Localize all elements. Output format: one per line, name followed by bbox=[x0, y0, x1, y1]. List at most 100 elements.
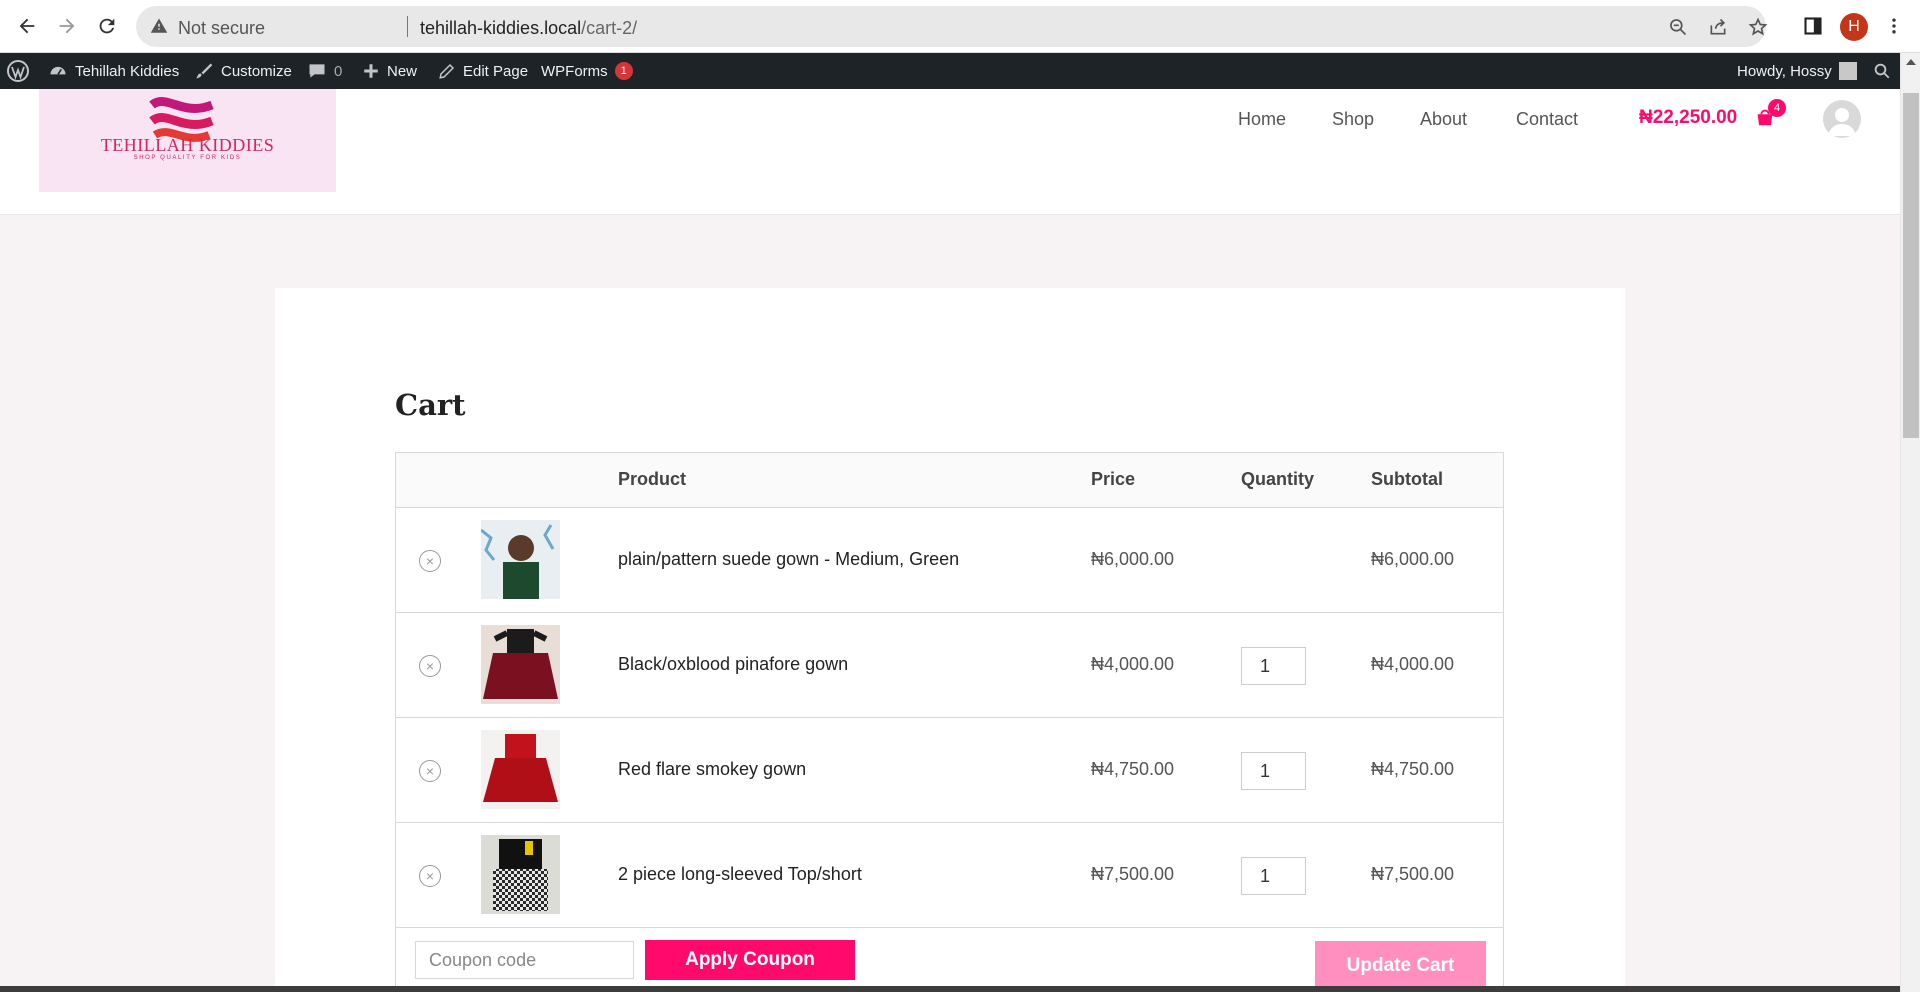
scroll-up-arrow-icon[interactable] bbox=[1906, 59, 1916, 65]
logo-title: TEHILLAH KIDDIES bbox=[100, 135, 275, 155]
quantity-input[interactable] bbox=[1241, 647, 1306, 685]
product-name[interactable]: Black/oxblood pinafore gown bbox=[618, 654, 848, 675]
table-row: × 2 piece long-sleeved Top/short ₦7,500.… bbox=[396, 823, 1503, 928]
nav-home[interactable]: Home bbox=[1238, 109, 1286, 130]
search-icon bbox=[1874, 63, 1890, 79]
update-cart-button[interactable]: Update Cart bbox=[1315, 941, 1486, 991]
col-quantity: Quantity bbox=[1241, 469, 1315, 489]
admin-customize[interactable]: Customize bbox=[194, 53, 292, 89]
cart-count-badge: 4 bbox=[1768, 99, 1786, 117]
back-arrow-icon bbox=[19, 18, 35, 34]
wp-logo-menu[interactable] bbox=[6, 53, 30, 89]
admin-howdy[interactable]: Howdy, Hossy bbox=[1737, 53, 1857, 89]
wpforms-notification-badge: 1 bbox=[614, 62, 633, 80]
table-row: × Black/oxblood pinafore gown ₦4,000.00 … bbox=[396, 613, 1503, 718]
browser-toolbar: Not secure tehillah-kiddies.local/cart-2… bbox=[0, 0, 1920, 53]
cart-actions: Apply Coupon Update Cart bbox=[396, 928, 1503, 992]
remove-item-icon[interactable]: × bbox=[419, 550, 441, 572]
product-price: ₦4,000.00 bbox=[1091, 654, 1175, 674]
side-panel-icon bbox=[1804, 17, 1822, 35]
nav-shop[interactable]: Shop bbox=[1332, 109, 1374, 130]
omnibox-divider bbox=[407, 16, 408, 37]
remove-item-icon[interactable]: × bbox=[419, 865, 441, 887]
col-product: Product bbox=[618, 469, 687, 489]
wp-admin-bar: Tehillah Kiddies Customize 0 New Edit Pa… bbox=[0, 53, 1900, 89]
product-price: ₦6,000.00 bbox=[1091, 549, 1175, 569]
product-subtotal: ₦4,750.00 bbox=[1371, 759, 1455, 779]
admin-comments-count: 0 bbox=[334, 62, 343, 80]
url-text: tehillah-kiddies.local/cart-2/ bbox=[420, 18, 637, 39]
zoom-icon[interactable] bbox=[1666, 15, 1690, 39]
comment-bubble-icon bbox=[309, 64, 325, 78]
product-subtotal: ₦6,000.00 bbox=[1371, 549, 1455, 569]
product-thumbnail[interactable] bbox=[481, 835, 560, 914]
admin-wpforms-label: WPForms bbox=[541, 62, 608, 80]
back-button[interactable] bbox=[11, 10, 43, 42]
product-name[interactable]: 2 piece long-sleeved Top/short bbox=[618, 864, 862, 885]
admin-customize-label: Customize bbox=[221, 62, 292, 80]
product-name[interactable]: plain/pattern suede gown - Medium, Green bbox=[618, 549, 959, 570]
paintbrush-icon bbox=[196, 63, 213, 79]
product-thumbnail[interactable] bbox=[481, 625, 560, 704]
page-title: Cart bbox=[395, 388, 466, 422]
coupon-code-input[interactable] bbox=[415, 941, 634, 979]
user-account-icon[interactable] bbox=[1823, 100, 1861, 138]
product-price: ₦7,500.00 bbox=[1091, 864, 1175, 884]
not-secure-label: Not secure bbox=[178, 18, 266, 38]
header-cart-total[interactable]: ₦22,250.00 bbox=[1639, 107, 1737, 129]
cart-table: Product Price Quantity Subtotal × plain/… bbox=[395, 452, 1504, 992]
kebab-menu-icon bbox=[1892, 18, 1896, 34]
remove-item-icon[interactable]: × bbox=[419, 760, 441, 782]
reload-icon bbox=[99, 18, 115, 34]
admin-comments[interactable]: 0 bbox=[307, 53, 342, 89]
col-subtotal: Subtotal bbox=[1371, 469, 1443, 489]
site-logo[interactable]: TEHILLAH KIDDIES SHOP QUALITY FOR KIDS bbox=[39, 89, 336, 192]
logo-tagline: SHOP QUALITY FOR KIDS bbox=[133, 155, 242, 161]
warning-icon bbox=[150, 18, 168, 33]
admin-edit-page-label: Edit Page bbox=[463, 62, 529, 80]
admin-search[interactable] bbox=[1873, 53, 1891, 89]
wordpress-icon bbox=[7, 60, 29, 82]
browser-menu-button[interactable] bbox=[1878, 10, 1910, 42]
share-icon[interactable] bbox=[1706, 15, 1730, 39]
page-scrollbar[interactable] bbox=[1900, 53, 1920, 992]
profile-avatar[interactable]: H bbox=[1840, 13, 1868, 41]
admin-site-name-label: Tehillah Kiddies bbox=[75, 62, 180, 80]
table-row: × Red flare smokey gown ₦4,750.00 ₦4,750… bbox=[396, 718, 1503, 823]
cart-card: Cart Product Price Quantity Subtotal × p… bbox=[275, 288, 1625, 992]
remove-item-icon[interactable]: × bbox=[419, 655, 441, 677]
bottom-edge bbox=[0, 986, 1900, 992]
table-row: × plain/pattern suede gown - Medium, Gre… bbox=[396, 508, 1503, 613]
admin-edit-page[interactable]: Edit Page bbox=[438, 53, 528, 89]
product-thumbnail[interactable] bbox=[481, 730, 560, 809]
admin-new-label: New bbox=[387, 62, 418, 80]
dashboard-icon bbox=[50, 66, 66, 75]
bookmark-star-icon[interactable] bbox=[1746, 15, 1770, 39]
admin-site-name[interactable]: Tehillah Kiddies bbox=[48, 53, 179, 89]
quantity-input[interactable] bbox=[1241, 857, 1306, 895]
forward-button[interactable] bbox=[51, 10, 83, 42]
forward-arrow-icon bbox=[59, 18, 75, 34]
scroll-thumb[interactable] bbox=[1903, 93, 1919, 438]
product-thumbnail[interactable] bbox=[481, 520, 560, 599]
col-price: Price bbox=[1091, 469, 1136, 489]
apply-coupon-button[interactable]: Apply Coupon bbox=[645, 940, 855, 980]
url-host: tehillah-kiddies.local bbox=[420, 18, 582, 38]
address-bar[interactable]: Not secure tehillah-kiddies.local/cart-2… bbox=[136, 6, 1768, 47]
side-panel-button[interactable] bbox=[1797, 10, 1829, 42]
admin-wpforms[interactable]: WPForms 1 bbox=[541, 53, 633, 89]
pencil-icon bbox=[439, 63, 455, 79]
product-price: ₦4,750.00 bbox=[1091, 759, 1175, 779]
url-path: /cart-2/ bbox=[581, 18, 638, 38]
admin-user-avatar bbox=[1838, 62, 1857, 80]
product-subtotal: ₦7,500.00 bbox=[1371, 864, 1455, 884]
admin-howdy-label: Howdy, Hossy bbox=[1737, 62, 1832, 80]
admin-new[interactable]: New bbox=[362, 53, 417, 89]
nav-about[interactable]: About bbox=[1420, 109, 1467, 130]
quantity-input[interactable] bbox=[1241, 752, 1306, 790]
product-name[interactable]: Red flare smokey gown bbox=[618, 759, 806, 780]
reload-button[interactable] bbox=[91, 10, 123, 42]
cart-table-header: Product Price Quantity Subtotal bbox=[396, 453, 1503, 508]
nav-contact[interactable]: Contact bbox=[1516, 109, 1578, 130]
plus-icon bbox=[364, 64, 378, 78]
